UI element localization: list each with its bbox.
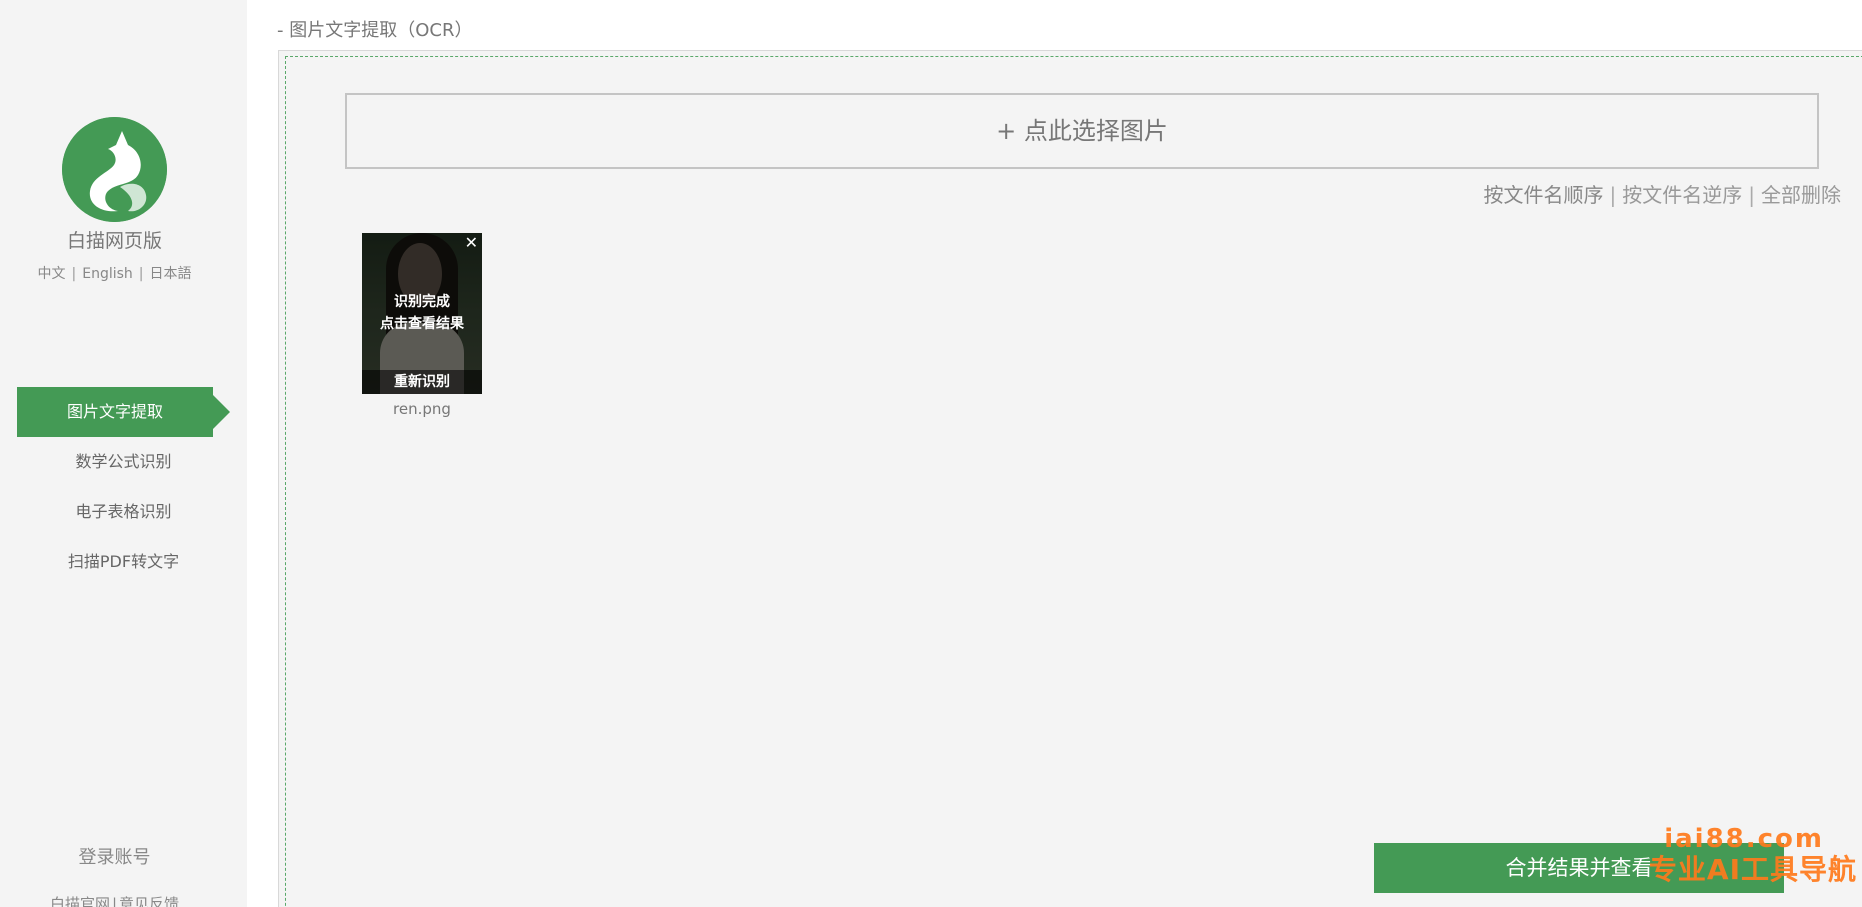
sidebar-nav: 图片文字提取 数学公式识别 电子表格识别 扫描PDF转文字 xyxy=(17,387,230,587)
sort-by-name-desc[interactable]: 按文件名逆序 xyxy=(1622,183,1742,207)
upload-dashed-border: + 点此选择图片 按文件名顺序 | 按文件名逆序 | 全部删除 ✕ 识别完成 点击查看结… xyxy=(285,56,1862,907)
sidebar-item-spreadsheet[interactable]: 电子表格识别 xyxy=(17,487,230,537)
sidebar-item-math-formula[interactable]: 数学公式识别 xyxy=(17,437,230,487)
sidebar-item-pdf-to-text[interactable]: 扫描PDF转文字 xyxy=(17,537,230,587)
site-watermark: iai88.com 专业AI工具导航 xyxy=(1649,826,1857,884)
file-name: ren.png xyxy=(393,400,451,418)
sidebar-item-image-ocr[interactable]: 图片文字提取 xyxy=(17,387,230,437)
view-result-text: 点击查看结果 xyxy=(380,316,464,332)
remove-file-icon[interactable]: ✕ xyxy=(465,234,478,252)
delete-all-button[interactable]: 全部删除 xyxy=(1761,183,1841,207)
lang-english[interactable]: English xyxy=(82,266,133,282)
sort-toolbar: 按文件名顺序 | 按文件名逆序 | 全部删除 xyxy=(1241,179,1842,208)
file-thumbnail[interactable]: ✕ 识别完成 点击查看结果 重新识别 xyxy=(362,233,482,394)
lang-chinese[interactable]: 中文 xyxy=(38,266,66,282)
recognition-status[interactable]: 识别完成 点击查看结果 xyxy=(362,291,482,335)
watermark-url: iai88.com xyxy=(1664,824,1824,854)
feedback-link[interactable]: 意见反馈 xyxy=(119,895,179,907)
select-image-button[interactable]: + 点此选择图片 xyxy=(345,93,1819,169)
watermark-tagline: 专业AI工具导航 xyxy=(1648,853,1857,886)
page-title: - 图片文字提取（OCR） xyxy=(277,20,473,41)
main-panel: - 图片文字提取（OCR） + 点此选择图片 按文件名顺序 | 按文件名逆序 | 全部删… xyxy=(247,0,1862,907)
login-link[interactable]: 登录账号 xyxy=(0,843,229,869)
status-complete-text: 识别完成 xyxy=(394,294,450,310)
file-card: ✕ 识别完成 点击查看结果 重新识别 ren.png xyxy=(362,233,482,418)
upload-area[interactable]: + 点此选择图片 按文件名顺序 | 按文件名逆序 | 全部删除 ✕ 识别完成 点击查看结… xyxy=(278,50,1862,907)
lang-japanese[interactable]: 日本語 xyxy=(150,266,192,282)
sidebar: 白描网页版 中文 | English | 日本語 图片文字提取 数学公式识别 电子表格识… xyxy=(0,0,247,907)
app-name: 白描网页版 xyxy=(66,230,162,252)
sort-by-name-asc[interactable]: 按文件名顺序 xyxy=(1484,183,1604,207)
app-logo xyxy=(62,117,167,222)
footer-separator: | xyxy=(111,895,118,907)
app-window: 白描网页版 中文 | English | 日本語 图片文字提取 数学公式识别 电子表格识… xyxy=(0,0,1862,907)
cat-logo-icon xyxy=(62,117,167,222)
official-site-link[interactable]: 白描官网 xyxy=(50,895,110,907)
sort-separator: | xyxy=(1609,183,1617,207)
footer-links: 白描官网 | 意见反馈 xyxy=(0,893,229,907)
lang-separator: | xyxy=(138,266,144,282)
re-recognize-button[interactable]: 重新识别 xyxy=(362,370,482,394)
lang-separator: | xyxy=(71,266,77,282)
sort-separator: | xyxy=(1748,183,1755,207)
language-switcher: 中文 | English | 日本語 xyxy=(0,263,229,283)
